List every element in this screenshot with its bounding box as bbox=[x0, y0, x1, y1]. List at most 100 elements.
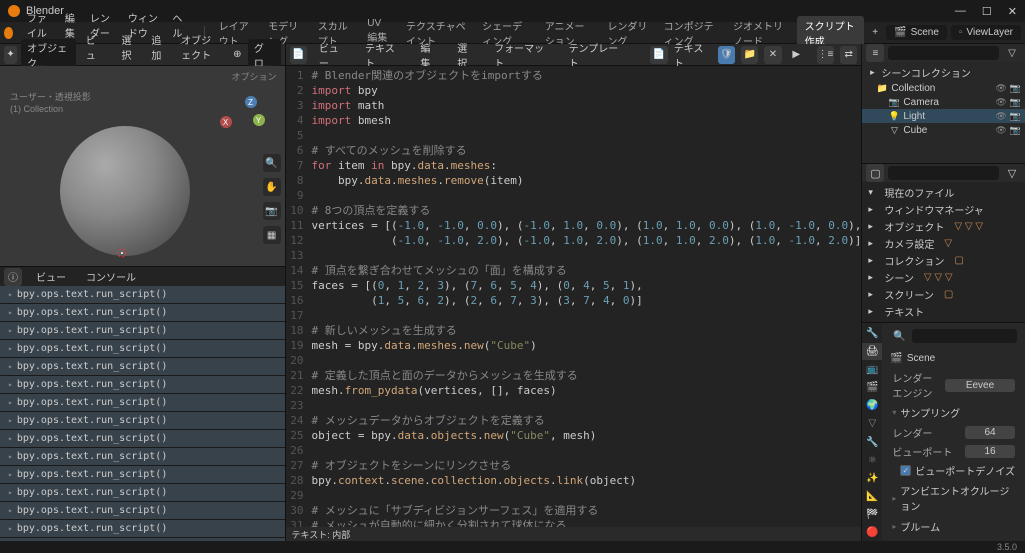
prop-tab[interactable]: 🔧 bbox=[862, 325, 882, 342]
props-section[interactable]: ブルーム bbox=[886, 516, 1021, 537]
render-icon[interactable]: 📷 bbox=[1010, 97, 1021, 108]
syntax-highlight-icon[interactable]: ⇄ bbox=[840, 46, 857, 64]
blend-file-search[interactable] bbox=[888, 166, 999, 180]
x-axis-icon[interactable]: X bbox=[220, 116, 232, 128]
run-script-button[interactable]: ▶ bbox=[788, 46, 805, 64]
axis-gizmo[interactable]: Z Y X bbox=[215, 96, 265, 146]
props-section[interactable]: アンビエントオクルージョン bbox=[886, 480, 1021, 516]
y-axis-icon[interactable]: Y bbox=[253, 114, 265, 126]
console-line[interactable]: ▸bpy.ops.text.run_script() bbox=[0, 340, 285, 358]
info-editor-icon[interactable]: ⓘ bbox=[4, 268, 22, 286]
text-block-icon[interactable]: 📄 bbox=[650, 46, 667, 64]
blend-file-row[interactable]: ▸テキスト bbox=[862, 303, 1025, 320]
eye-icon[interactable]: 👁 bbox=[995, 97, 1006, 108]
viewport-options[interactable]: オプション bbox=[232, 70, 277, 83]
editor-type-icon[interactable]: ✦ bbox=[4, 46, 17, 64]
viewport-header: ✦ オブジェク... ビュー選択追加オブジェクト ⊕ グロ... bbox=[0, 44, 285, 66]
filter-icon[interactable]: ▽ bbox=[1003, 44, 1021, 62]
filter-icon[interactable]: ▽ bbox=[1003, 164, 1021, 182]
prop-tab[interactable]: 📺 bbox=[862, 361, 882, 378]
transform-dropdown-icon[interactable]: ⊕ bbox=[231, 46, 244, 64]
info-menu[interactable]: コンソール bbox=[80, 267, 142, 286]
minimize-button[interactable]: — bbox=[955, 5, 966, 18]
console-line[interactable]: ▸bpy.ops.text.run_script() bbox=[0, 412, 285, 430]
console-line[interactable]: ▸bpy.ops.text.run_script() bbox=[0, 484, 285, 502]
console-line[interactable]: ▸bpy.ops.text.run_script() bbox=[0, 520, 285, 538]
console-line[interactable]: ▸bpy.ops.text.run_script() bbox=[0, 466, 285, 484]
props-search[interactable] bbox=[912, 329, 1017, 343]
prop-tab[interactable]: ✨ bbox=[862, 470, 882, 487]
denoise-checkbox[interactable]: ✓ bbox=[900, 465, 911, 476]
prop-tab[interactable]: 🎬 bbox=[862, 379, 882, 396]
sphere-mesh[interactable] bbox=[60, 126, 190, 256]
console-line[interactable]: ▸bpy.ops.text.run_script() bbox=[0, 322, 285, 340]
console-line[interactable]: ▸bpy.ops.text.run_script() bbox=[0, 358, 285, 376]
scene-breadcrumb[interactable]: Scene bbox=[907, 353, 935, 364]
outliner-item[interactable]: 📁Collection👁📷 bbox=[862, 81, 1025, 95]
outliner-mode-icon[interactable]: ▢ bbox=[866, 164, 884, 182]
blend-file-row[interactable]: ▸コレクション▢ bbox=[862, 252, 1025, 269]
camera-icon[interactable]: 📷 bbox=[263, 202, 281, 220]
prop-tab[interactable]: 🏁 bbox=[862, 506, 882, 523]
props-section[interactable]: 被写界深度 bbox=[886, 537, 1021, 541]
console-line[interactable]: ▸bpy.ops.text.run_script() bbox=[0, 502, 285, 520]
search-icon[interactable]: 🔍 bbox=[890, 327, 908, 345]
close-button[interactable]: ✕ bbox=[1008, 5, 1017, 18]
render-engine-dropdown[interactable]: Eevee bbox=[945, 379, 1015, 392]
blend-file-row[interactable]: ▸オブジェクト▽ ▽ ▽ bbox=[862, 218, 1025, 235]
render-samples-input[interactable]: 64 bbox=[965, 426, 1015, 439]
eye-icon[interactable]: 👁 bbox=[995, 111, 1006, 122]
prop-tab[interactable]: 🔧 bbox=[862, 433, 882, 450]
z-axis-icon[interactable]: Z bbox=[245, 96, 257, 108]
console-line[interactable]: ▸bpy.ops.text.run_script() bbox=[0, 286, 285, 304]
info-log-panel[interactable]: ▸bpy.ops.text.run_script()▸bpy.ops.text.… bbox=[0, 286, 285, 541]
maximize-button[interactable]: ☐ bbox=[982, 5, 992, 18]
console-line[interactable]: ▸bpy.ops.text.run_script() bbox=[0, 394, 285, 412]
3d-viewport[interactable]: オプション ユーザー・透視投影 (1) Collection Z Y X 🔍 ✋… bbox=[0, 66, 285, 266]
console-line[interactable]: ▸bpy.ops.text.run_script() bbox=[0, 430, 285, 448]
text-editor-icon[interactable]: 📄 bbox=[290, 46, 307, 64]
blend-file-row[interactable]: ▸カメラ設定▽ bbox=[862, 235, 1025, 252]
console-line[interactable]: ▸bpy.ops.text.run_script() bbox=[0, 304, 285, 322]
render-icon[interactable]: 📷 bbox=[1010, 111, 1021, 122]
blend-file-row[interactable]: ▸シーン▽ ▽ ▽ bbox=[862, 269, 1025, 286]
console-line[interactable]: ▸bpy.ops.text.run_script() bbox=[0, 538, 285, 541]
new-text-icon[interactable]: 📁 bbox=[741, 46, 758, 64]
console-line[interactable]: ▸bpy.ops.text.run_script() bbox=[0, 376, 285, 394]
prop-tab[interactable]: 📐 bbox=[862, 488, 882, 505]
render-icon[interactable]: 📷 bbox=[1010, 83, 1021, 94]
viewport-samples-input[interactable]: 16 bbox=[965, 445, 1015, 458]
outliner-item[interactable]: 💡Light👁📷 bbox=[862, 109, 1025, 123]
eye-icon[interactable]: 👁 bbox=[995, 125, 1006, 136]
prop-tab[interactable]: ▽ bbox=[862, 415, 882, 432]
text-editor-area[interactable]: 1# Blender関連のオブジェクトをimportする2import bpy3… bbox=[286, 66, 862, 527]
prop-tab[interactable]: ⚛ bbox=[862, 452, 882, 469]
prop-tab[interactable]: 🔴 bbox=[862, 524, 882, 541]
outliner-item[interactable]: 📷Camera👁📷 bbox=[862, 95, 1025, 109]
outliner-editor-icon[interactable]: ≡ bbox=[866, 44, 884, 62]
blend-file-row[interactable]: ▸スクリーン▢ bbox=[862, 286, 1025, 303]
scene-collection-row[interactable]: ▸ シーンコレクション bbox=[862, 64, 1025, 81]
render-icon[interactable]: 📷 bbox=[1010, 125, 1021, 136]
prop-tab[interactable]: 🌍 bbox=[862, 397, 882, 414]
perspective-icon[interactable]: ▦ bbox=[263, 226, 281, 244]
blend-file-row[interactable]: ▸ウィンドウマネージャ bbox=[862, 201, 1025, 218]
line-numbers-icon[interactable]: ⋮≡ bbox=[817, 46, 834, 64]
info-menu[interactable]: ビュー bbox=[30, 267, 72, 286]
sampling-section[interactable]: サンプリング bbox=[886, 402, 1021, 423]
scene-selector[interactable]: 🎬Scene bbox=[886, 25, 947, 40]
viewlayer-selector[interactable]: ▫ViewLayer bbox=[951, 25, 1021, 40]
text-name-field[interactable]: テキスト bbox=[674, 40, 712, 70]
prop-tab[interactable]: 🖨 bbox=[862, 343, 882, 360]
add-workspace-button[interactable]: + bbox=[866, 25, 884, 40]
shield-icon[interactable]: 🛡 bbox=[718, 46, 735, 64]
zoom-icon[interactable]: 🔍 bbox=[263, 154, 281, 172]
console-line[interactable]: ▸bpy.ops.text.run_script() bbox=[0, 448, 285, 466]
unlink-icon[interactable]: ✕ bbox=[764, 46, 781, 64]
blender-icon[interactable] bbox=[4, 27, 13, 39]
current-file-row[interactable]: ▾ 現在のファイル bbox=[862, 184, 1025, 201]
eye-icon[interactable]: 👁 bbox=[995, 83, 1006, 94]
pan-icon[interactable]: ✋ bbox=[263, 178, 281, 196]
outliner-item[interactable]: ▽Cube👁📷 bbox=[862, 123, 1025, 137]
outliner-search[interactable] bbox=[888, 46, 999, 60]
